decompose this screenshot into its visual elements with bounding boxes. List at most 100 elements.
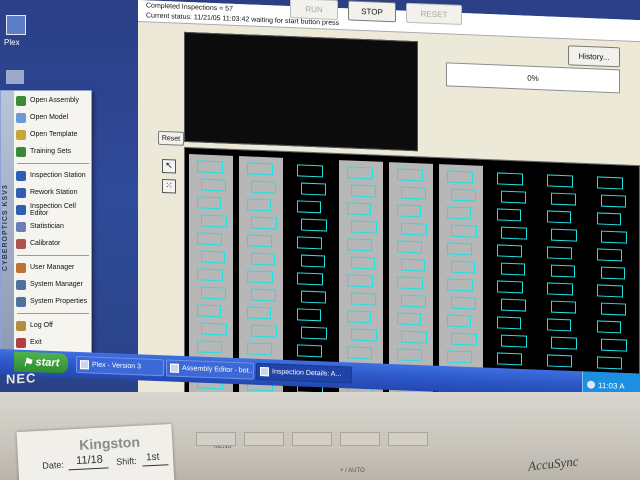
inspection-region [497, 280, 523, 294]
menu-item-open-model[interactable]: Open Model [16, 110, 92, 125]
windows-flag-icon: ⚑ [22, 356, 33, 369]
inspection-region [297, 164, 323, 178]
plex-desktop-icon[interactable] [6, 15, 26, 35]
run-button[interactable]: RUN [290, 0, 338, 21]
menu-item-label: Open Template [30, 131, 78, 138]
inspection-region [351, 184, 376, 198]
inspection-region [401, 294, 426, 308]
monitor-menu-button[interactable] [196, 432, 236, 446]
user-manager-icon [16, 262, 26, 273]
inspection-region [447, 314, 471, 328]
menu-item-label: Statistician [30, 223, 64, 230]
progress-bar: 0% [446, 62, 620, 94]
menu-item-inspection-cell-editor[interactable]: Inspection Cell Editor [16, 202, 92, 217]
menu-item-exit[interactable]: Exit [16, 335, 92, 350]
menu-item-user-manager[interactable]: User Manager [16, 260, 92, 275]
menu-item-label: Calibrator [30, 240, 61, 247]
note-date-value: 11/18 [75, 453, 104, 468]
stop-button[interactable]: STOP [348, 0, 396, 23]
task-assembly-editor[interactable]: Assembly Editor - bot... [166, 359, 254, 380]
completed-inspections-text: Completed Inspections = 57 [146, 2, 233, 13]
inspection-region [451, 260, 475, 274]
start-label: start [35, 356, 60, 370]
menu-item-system-manager[interactable]: System Manager [16, 277, 92, 292]
menu-item-system-properties[interactable]: System Properties [16, 294, 92, 309]
zoom-fit-tool-icon[interactable]: ⁙ [162, 178, 176, 194]
menu-item-label: Log Off [30, 322, 53, 329]
inspection-region [301, 290, 326, 304]
inspection-region [297, 308, 321, 322]
inspection-region [501, 262, 525, 276]
inspection-region [597, 356, 622, 370]
inspection-region [297, 272, 323, 286]
menu-separator [17, 163, 89, 164]
reset-button[interactable]: RESET [406, 2, 462, 26]
menu-item-label: Open Assembly [30, 97, 80, 104]
task-plex[interactable]: Plex - Version 3 [76, 355, 164, 377]
inspection-region [597, 212, 621, 226]
inspection-region [601, 230, 627, 244]
inspection-region [397, 168, 423, 182]
inspection-region [197, 340, 222, 354]
note-brand: Kingston [78, 433, 141, 453]
inspection-region [301, 326, 327, 340]
inspection-region [401, 330, 427, 344]
note-shift-line [142, 464, 169, 467]
inspection-region [251, 216, 277, 230]
menu-separator [17, 313, 89, 314]
menu-item-open-template[interactable]: Open Template [16, 127, 92, 142]
menu-item-statistician[interactable]: Statistician [16, 219, 92, 234]
inspection-region [551, 336, 577, 350]
inspection-region [197, 268, 223, 282]
start-menu-side-band: CYBEROPTICS KSV3 [1, 91, 14, 354]
monitor-auto-button[interactable] [388, 432, 428, 446]
open-template-icon [16, 129, 26, 140]
inspection-region [601, 266, 625, 280]
system-properties-icon [16, 296, 26, 307]
inspection-region [447, 206, 471, 220]
menu-item-label: Inspection Cell Editor [30, 202, 76, 217]
reset-view-button[interactable]: Reset [158, 130, 184, 146]
menu-item-label: Rework Station [30, 189, 78, 196]
menu-item-open-assembly[interactable]: Open Assembly [16, 93, 92, 108]
note-shift-label: Shift: [115, 455, 137, 467]
note-shift-value: 1st [145, 451, 160, 464]
menu-item-log-off[interactable]: Log Off [16, 318, 92, 333]
adjust-label: + / AUTO [340, 468, 365, 474]
inspection-region [601, 338, 627, 352]
inspection-region [501, 190, 526, 204]
menu-item-label: Exit [30, 339, 42, 346]
inspection-region [547, 282, 573, 296]
inspection-region [197, 304, 221, 318]
monitor-adjust-button[interactable] [340, 432, 380, 446]
menu-item-calibrator[interactable]: Calibrator [16, 236, 92, 251]
monitor-right-button[interactable] [292, 432, 332, 446]
inspection-region [601, 194, 626, 208]
menu-item-rework-station[interactable]: Rework Station [16, 185, 92, 200]
inspection-region [251, 324, 277, 338]
inspection-region [397, 240, 422, 254]
inspection-region [347, 310, 371, 324]
inspection-region [601, 302, 626, 316]
open-assembly-icon [16, 95, 26, 106]
history-button[interactable]: History... [568, 45, 620, 68]
inspection-station-icon [16, 170, 26, 181]
assembly-task-icon [170, 363, 179, 373]
inspection-region [451, 332, 477, 346]
menu-item-label: Training Sets [30, 148, 71, 155]
note-date-label: Date: [42, 459, 65, 471]
plex-task-icon [80, 360, 89, 370]
desktop-shortcut-icon[interactable] [6, 70, 24, 84]
inspection-region [301, 182, 326, 196]
inspection-region [451, 188, 476, 202]
pointer-tool-icon[interactable]: ↖ [162, 158, 176, 174]
monitor-left-button[interactable] [244, 432, 284, 446]
help-tray-icon[interactable] [587, 380, 595, 389]
inspection-region [201, 178, 226, 192]
menu-item-training-sets[interactable]: Training Sets [16, 144, 92, 159]
inspection-region [347, 274, 373, 288]
menu-item-inspection-station[interactable]: Inspection Station [16, 168, 92, 183]
inspection-region [597, 248, 622, 262]
task-inspection-details[interactable]: Inspection Details: A... [256, 362, 352, 384]
inspection-region [201, 322, 227, 336]
